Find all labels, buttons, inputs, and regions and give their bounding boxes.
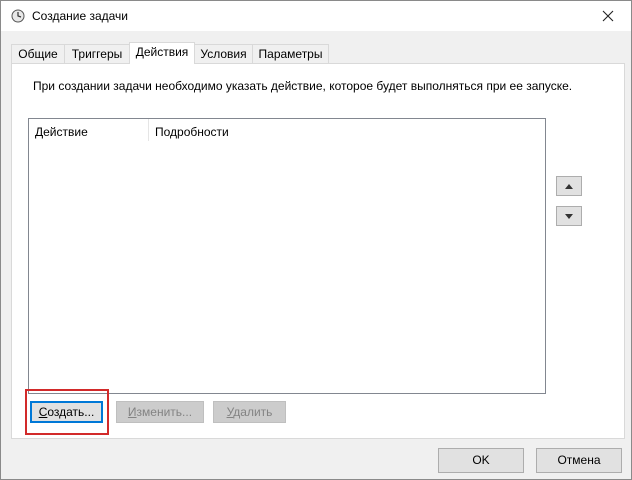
move-up-button[interactable] — [556, 176, 582, 196]
tab-conditions[interactable]: Условия — [194, 44, 253, 64]
move-down-button[interactable] — [556, 206, 582, 226]
tab-general-label: Общие — [18, 47, 58, 61]
edit-action-button[interactable]: Изменить... — [116, 401, 204, 423]
tab-conditions-label: Условия — [200, 47, 247, 61]
close-icon — [602, 10, 614, 22]
task-clock-icon — [11, 9, 25, 23]
create-label-rest: оздать... — [47, 405, 95, 419]
tab-triggers-label: Триггеры — [71, 47, 123, 61]
close-button[interactable] — [585, 1, 631, 31]
tab-actions[interactable]: Действия — [129, 42, 195, 64]
window-title: Создание задачи — [32, 9, 128, 23]
delete-action-button[interactable]: Удалить — [213, 401, 286, 423]
tab-actions-label: Действия — [135, 45, 189, 59]
edit-label-rest: зменить... — [136, 405, 193, 419]
actions-description: При создании задачи необходимо указать д… — [33, 79, 573, 93]
column-action[interactable]: Действие — [29, 122, 148, 142]
triangle-up-icon — [565, 183, 573, 189]
tab-settings-label: Параметры — [258, 47, 323, 61]
create-action-button[interactable]: Создать... — [30, 401, 103, 423]
ok-button[interactable]: OK — [438, 448, 524, 473]
edit-hotkey: И — [127, 405, 137, 419]
column-details[interactable]: Подробности — [149, 122, 355, 142]
triangle-down-icon — [565, 213, 573, 219]
tab-triggers[interactable]: Триггеры — [64, 44, 130, 64]
tab-settings[interactable]: Параметры — [252, 44, 329, 64]
create-task-window: Создание задачи Общие Триггеры Действия … — [0, 0, 632, 480]
delete-label-rest: далить — [233, 405, 273, 419]
tab-general[interactable]: Общие — [11, 44, 65, 64]
title-bar: Создание задачи — [1, 1, 631, 31]
actions-list[interactable]: Действие Подробности — [28, 118, 546, 394]
cancel-button[interactable]: Отмена — [536, 448, 622, 473]
